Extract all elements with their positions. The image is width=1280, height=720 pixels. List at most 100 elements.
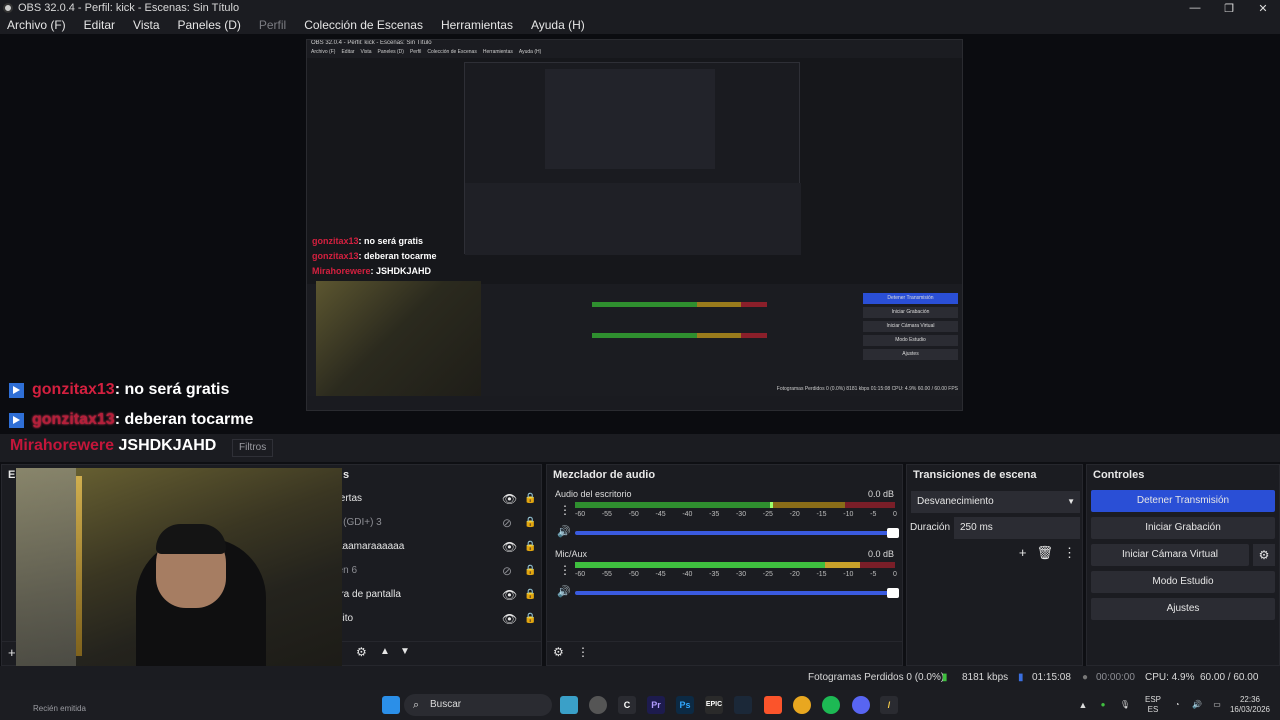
source-item[interactable]: tura de pantalla 👁 🔒 [332,585,542,605]
volume-slider[interactable] [575,528,899,538]
speaker-icon[interactable]: 🔊 [557,525,571,538]
hidden-eye-icon[interactable]: ⊘ [502,513,512,533]
maximize-button[interactable]: ❐ [1212,0,1246,16]
start-recording-button[interactable]: Iniciar Grabación [1091,517,1275,539]
hidden-eye-icon[interactable]: ⊘ [502,561,512,581]
move-down-icon[interactable]: ▼ [400,646,410,657]
lock-icon[interactable]: 🔒 [524,537,536,557]
menu-editar[interactable]: Editar [84,18,115,32]
visible-eye-icon[interactable]: 👁 [502,609,517,629]
visible-eye-icon[interactable]: 👁 [502,585,517,605]
source-item[interactable]: to (GDI+) 3 ⊘ 🔒 [332,513,542,533]
tray-chevron-icon[interactable]: ▲ [1076,690,1090,720]
minimize-button[interactable]: — [1178,0,1212,16]
source-item[interactable]: alertas 👁 🔒 [332,489,542,509]
ccleaner-icon[interactable]: C [618,696,636,714]
window-title: OBS 32.0.4 - Perfil: kick - Escenas: Sin… [18,2,240,14]
tick-label: -20 [789,571,800,578]
wifi-icon[interactable]: ◔ [1170,690,1184,720]
source-item[interactable]: ecito 👁 🔒 [332,609,542,629]
advanced-audio-icon[interactable]: ⚙ [553,645,564,659]
chevron-down-icon: ▼ [1067,497,1075,506]
lock-icon[interactable]: 🔒 [524,489,536,509]
window-controls: — ❐ ✕ [1178,0,1280,16]
volume-icon[interactable]: 🔊 [1190,690,1204,720]
lock-icon[interactable]: 🔒 [524,513,536,533]
lock-icon[interactable]: 🔒 [524,609,536,629]
chat-overlay: gonzitax13 : no será gratis gonzitax13 :… [9,375,253,435]
tray-status-icon[interactable]: ● [1096,690,1110,720]
photoshop-icon[interactable]: Ps [676,696,694,714]
windows-start-icon[interactable] [382,696,400,714]
webcam-hair [156,524,226,554]
chrome-icon[interactable] [793,696,811,714]
epic-games-icon[interactable]: EPIC [705,696,723,714]
premiere-icon[interactable]: Pr [647,696,665,714]
explorer-icon[interactable] [560,696,578,714]
gear-icon[interactable]: ⚙ [1253,544,1275,566]
kick-badge-icon [9,412,24,428]
brave-icon[interactable] [764,696,782,714]
menu-paneles[interactable]: Paneles (D) [178,18,241,32]
speaker-icon[interactable]: 🔊 [557,585,571,598]
mixer-title: Mezclador de audio [553,469,656,481]
clock[interactable]: 22:36 16/03/2026 [1228,690,1272,720]
tick-label: -30 [735,511,747,518]
tick-label: -35 [709,571,720,578]
duration-input[interactable]: 250 ms [954,517,1080,539]
nested-menu-item: Perfil [409,49,422,55]
mixer-menu-icon[interactable]: ⋮ [577,645,589,659]
studio-mode-button[interactable]: Modo Estudio [1091,571,1275,593]
menu-archivo[interactable]: Archivo (F) [7,18,66,32]
spotify-icon[interactable] [822,696,840,714]
language-indicator[interactable]: ESP ES [1142,690,1164,720]
tick-label: -45 [655,571,666,578]
volume-slider[interactable] [575,588,899,598]
obs-taskbar-icon[interactable] [589,696,607,714]
source-item[interactable]: caaamaraaaaaa 👁 🔒 [332,537,542,557]
volume-slider-handle[interactable] [887,528,899,538]
discord-icon[interactable] [852,696,870,714]
move-up-icon[interactable]: ▲ [380,646,390,657]
windows-taskbar: ⌕ Buscar C Pr Ps EPIC / ▲ ● 🎙 ESP ES ◔ 🔊… [0,690,1280,720]
trash-icon[interactable]: 🗑 [1036,545,1053,561]
visible-eye-icon[interactable]: 👁 [502,537,517,557]
battery-icon[interactable]: ▭ [1210,690,1224,720]
lock-icon[interactable]: 🔒 [524,561,536,581]
lock-icon[interactable]: 🔒 [524,585,536,605]
menu-herramientas[interactable]: Herramientas [441,18,513,32]
menu-perfil[interactable]: Perfil [259,18,286,32]
tick-label: -45 [655,511,666,518]
menu-coleccion-escenas[interactable]: Colección de Escenas [304,18,423,32]
pen-app-icon[interactable]: / [880,696,898,714]
close-button[interactable]: ✕ [1246,0,1280,16]
nested-inner-docks [465,183,801,255]
transition-menu-icon[interactable]: ⋮ [1063,545,1076,561]
add-scene-icon[interactable]: + [8,645,16,660]
source-properties-icon[interactable]: ⚙ [356,645,367,659]
start-virtual-camera-button[interactable]: Iniciar Cámara Virtual [1091,544,1249,566]
channel-menu-icon[interactable]: ⋮ [559,503,571,517]
nested-menu-item: Colección de Escenas [427,49,477,55]
channel-menu-icon[interactable]: ⋮ [559,563,571,577]
status-bar: Fotogramas Perdidos 0 (0.0%) ▮ 8181 kbps… [0,666,1280,707]
visible-eye-icon[interactable]: 👁 [502,489,517,509]
stream-time: 01:15:08 [1032,672,1071,683]
nested-chat-text: : JSHDKJAHD [370,266,432,276]
settings-button[interactable]: Ajustes [1091,598,1275,620]
filters-button[interactable]: Filtros [232,439,274,457]
transition-select[interactable]: Desvanecimiento ▼ [911,491,1080,513]
chat-message: JSHDKJAHD [118,437,217,454]
volume-slider-handle[interactable] [887,588,899,598]
steam-icon[interactable] [734,696,752,714]
add-transition-icon[interactable]: + [1019,545,1027,561]
stop-stream-button[interactable]: Detener Transmisión [1091,490,1275,512]
menu-ayuda[interactable]: Ayuda (H) [531,18,585,32]
nested-menu-item: Paneles (D) [377,49,404,55]
clock-time: 22:36 [1239,695,1261,704]
menu-vista[interactable]: Vista [133,18,159,32]
source-item[interactable]: gen 6 ⊘ 🔒 [332,561,542,581]
tray-mic-icon[interactable]: 🎙 [1118,690,1132,720]
taskbar-search[interactable]: ⌕ Buscar [404,694,552,716]
nested-menu-item: Archivo (F) [311,49,336,55]
